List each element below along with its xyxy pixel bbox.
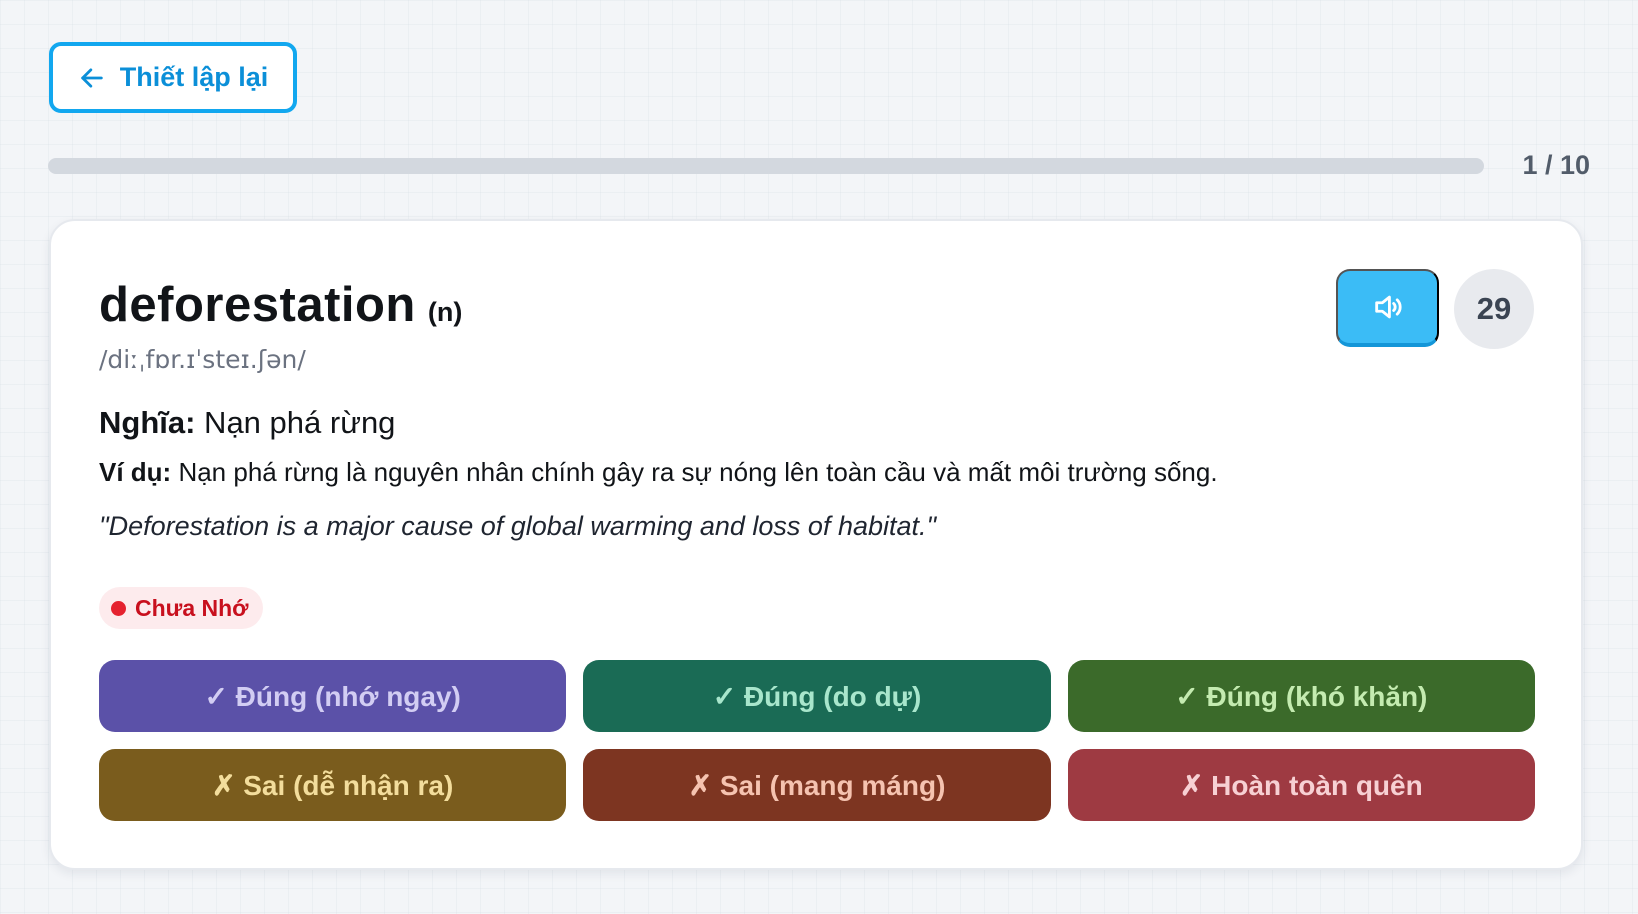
example: Ví dụ: Nạn phá rừng là nguyên nhân chính…	[99, 457, 1218, 488]
example-label: Ví dụ:	[99, 457, 172, 487]
answer-correct-instant-button[interactable]: ✓ Đúng (nhớ ngay)	[99, 660, 567, 732]
part-of-speech: (n)	[427, 297, 463, 327]
progress-counter: 1 / 10	[1522, 150, 1590, 180]
pronunciation: /diːˌfɒr.ɪˈsteɪ.ʃən/	[99, 345, 306, 374]
answer-correct-hesitant-button[interactable]: ✓ Đúng (do dự)	[583, 660, 1051, 732]
meaning-label: Nghĩa:	[99, 405, 196, 440]
progress-bar	[48, 158, 1484, 174]
answer-grid: ✓ Đúng (nhớ ngay) ✓ Đúng (do dự) ✓ Đúng …	[99, 660, 1535, 821]
vocab-word: deforestation	[99, 278, 416, 332]
answer-wrong-vague-button[interactable]: ✗ Sai (mang máng)	[583, 749, 1051, 821]
example-quote: "Deforestation is a major cause of globa…	[99, 511, 937, 541]
meaning-text: Nạn phá rừng	[195, 405, 396, 440]
review-count-badge: 29	[1454, 269, 1534, 349]
answer-correct-hard-button[interactable]: ✓ Đúng (khó khăn)	[1067, 660, 1535, 732]
reset-button[interactable]: Thiết lập lại	[49, 42, 297, 113]
status-dot-icon	[111, 600, 126, 616]
answer-forgot-button[interactable]: ✗ Hoàn toàn quên	[1067, 749, 1535, 821]
play-sound-button[interactable]	[1336, 269, 1439, 347]
word-heading: deforestation (n)	[99, 277, 462, 333]
answer-wrong-easy-button[interactable]: ✗ Sai (dễ nhận ra)	[99, 749, 567, 821]
status-label: Chưa Nhớ	[135, 594, 249, 621]
status-badge: Chưa Nhớ	[99, 587, 263, 629]
meaning: Nghĩa: Nạn phá rừng	[99, 405, 395, 441]
flashcard: deforestation (n) /diːˌfɒr.ɪˈsteɪ.ʃən/ N…	[49, 219, 1583, 870]
arrow-left-icon	[81, 67, 103, 88]
example-text: Nạn phá rừng là nguyên nhân chính gây ra…	[171, 457, 1218, 487]
reset-button-label: Thiết lập lại	[119, 62, 269, 92]
speaker-icon	[1374, 295, 1402, 319]
